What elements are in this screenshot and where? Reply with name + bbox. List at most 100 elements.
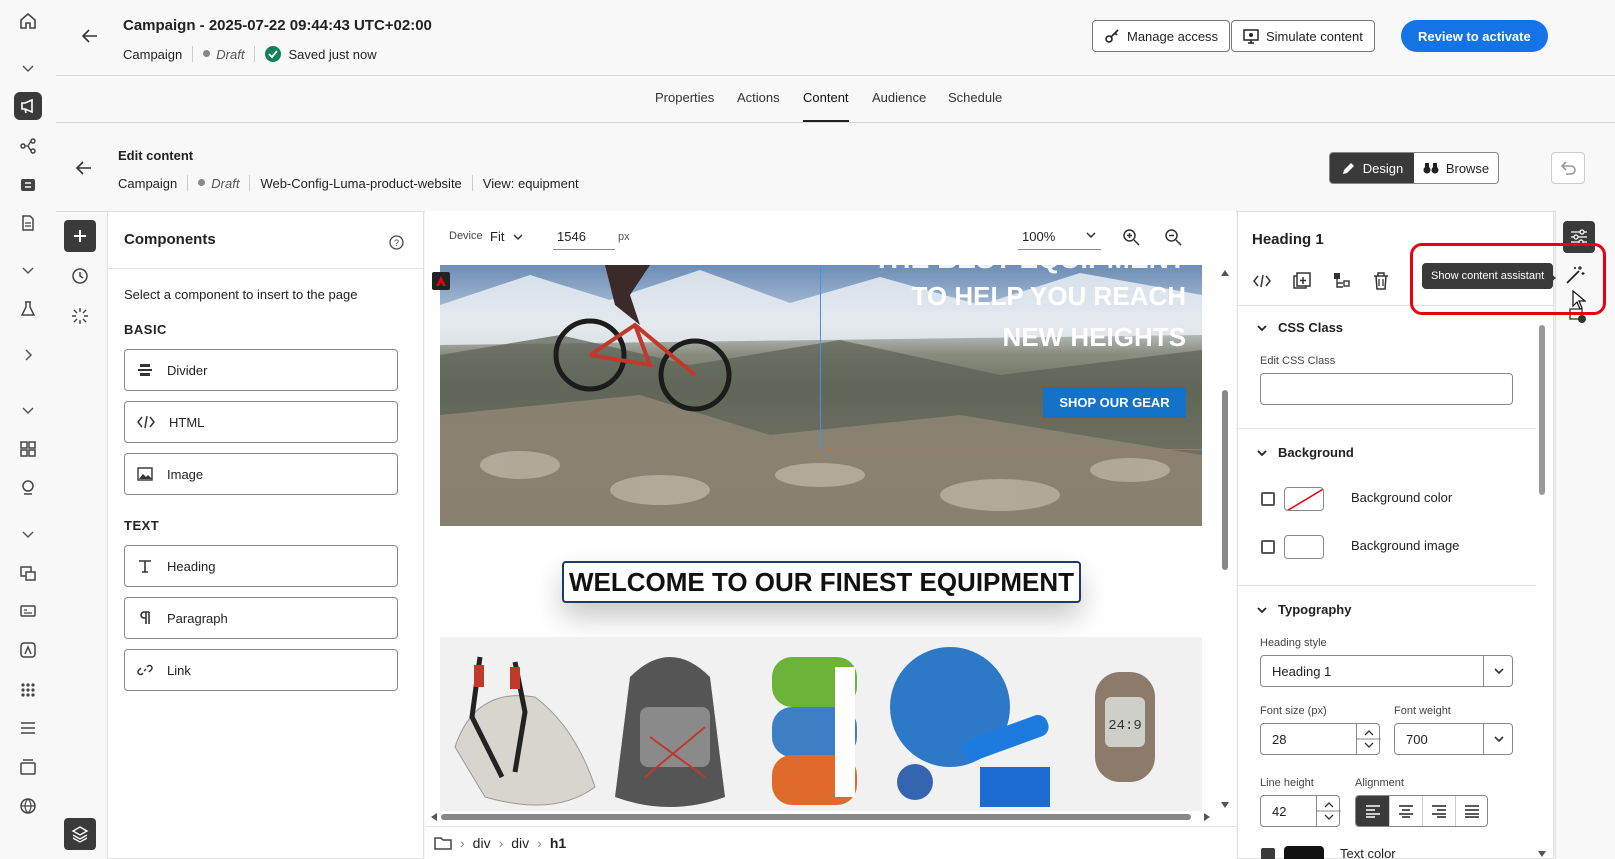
personalization-icon[interactable] xyxy=(70,306,90,326)
device-select[interactable]: Fit xyxy=(490,229,524,244)
key-icon xyxy=(1104,28,1120,44)
chevron-down-icon[interactable] xyxy=(14,520,42,548)
apps-icon[interactable] xyxy=(14,676,42,704)
chevron-down-icon[interactable] xyxy=(14,256,42,284)
shop-our-gear-button[interactable]: SHOP OUR GEAR xyxy=(1043,387,1186,418)
layers-button[interactable] xyxy=(64,818,96,850)
binoculars-icon xyxy=(1423,161,1439,175)
duplicate-icon[interactable] xyxy=(1293,272,1311,290)
vertical-scrollbar[interactable] xyxy=(1220,270,1230,810)
css-class-section-header[interactable]: CSS Class xyxy=(1256,320,1343,335)
canvas-width-input[interactable]: 1546 xyxy=(553,218,615,250)
stepper-icon[interactable] xyxy=(1356,724,1381,754)
experiments-icon[interactable] xyxy=(14,295,42,323)
font-weight-select[interactable]: 700 xyxy=(1394,723,1513,755)
background-image-swatch[interactable] xyxy=(1284,535,1324,559)
line-height-input[interactable]: 42 xyxy=(1260,795,1341,827)
campaign-header: Campaign - 2025-07-22 09:44:43 UTC+02:00… xyxy=(56,0,1615,76)
align-center-icon[interactable] xyxy=(1389,796,1422,826)
component-paragraph[interactable]: Paragraph xyxy=(124,597,398,639)
divider-icon xyxy=(137,363,153,377)
design-button[interactable]: Design xyxy=(1330,153,1414,183)
image-icon xyxy=(137,467,153,481)
heading-style-label: Heading style xyxy=(1260,637,1327,649)
chevron-down-icon[interactable] xyxy=(14,396,42,424)
check-circle-icon xyxy=(265,46,282,62)
component-divider[interactable]: Divider xyxy=(124,349,398,391)
chevron-down-icon[interactable] xyxy=(14,54,42,82)
align-justify-icon[interactable] xyxy=(1455,796,1487,826)
tab-content[interactable]: Content xyxy=(803,90,849,122)
background-image-checkbox[interactable] xyxy=(1261,540,1275,554)
css-class-input[interactable] xyxy=(1260,373,1513,405)
decisioning-icon[interactable] xyxy=(14,473,42,501)
browse-button[interactable]: Browse xyxy=(1414,153,1498,183)
catalog-icon[interactable] xyxy=(14,753,42,781)
tab-properties[interactable]: Properties xyxy=(655,90,714,122)
assets-icon[interactable] xyxy=(14,636,42,664)
code-icon[interactable] xyxy=(1253,274,1271,288)
zoom-in-icon[interactable] xyxy=(1122,228,1140,246)
undo-button[interactable] xyxy=(1551,152,1585,184)
font-size-input[interactable]: 28 xyxy=(1260,723,1381,755)
zoom-out-icon[interactable] xyxy=(1164,228,1182,246)
journeys-icon[interactable] xyxy=(14,132,42,160)
selected-heading[interactable]: WELCOME TO OUR FINEST EQUIPMENT xyxy=(562,561,1081,603)
horizontal-scrollbar[interactable] xyxy=(431,812,1210,822)
status-dot xyxy=(203,50,211,57)
add-component-button[interactable] xyxy=(64,220,96,252)
dashboard-icon[interactable] xyxy=(14,435,42,463)
tab-audience[interactable]: Audience xyxy=(872,90,926,122)
component-image[interactable]: Image xyxy=(124,453,398,495)
globe-icon[interactable] xyxy=(14,792,42,820)
delete-icon[interactable] xyxy=(1373,272,1389,290)
select-parent-icon[interactable] xyxy=(1333,272,1351,290)
component-link[interactable]: Link xyxy=(124,649,398,691)
heading-style-select[interactable]: Heading 1 xyxy=(1260,655,1513,687)
review-to-activate-button[interactable]: Review to activate xyxy=(1401,20,1548,52)
back-arrow-icon[interactable] xyxy=(74,158,94,178)
align-right-icon[interactable] xyxy=(1422,796,1455,826)
simulate-icon xyxy=(1243,28,1259,44)
align-left-icon[interactable] xyxy=(1356,796,1389,826)
component-heading[interactable]: Heading xyxy=(124,545,398,587)
path-item-current[interactable]: h1 xyxy=(550,835,566,851)
banner-text-container[interactable]: THE BEST EQUIPMENT TO HELP YOU REACH NEW… xyxy=(820,265,1202,450)
help-icon[interactable]: ? xyxy=(389,235,404,250)
content-templates-icon[interactable] xyxy=(14,209,42,237)
properties-scrollbar[interactable] xyxy=(1537,305,1547,859)
crumb-view: View: equipment xyxy=(482,175,579,191)
stepper-icon[interactable] xyxy=(1316,796,1341,826)
typography-section-header[interactable]: Typography xyxy=(1256,602,1351,617)
background-color-label: Background color xyxy=(1351,490,1453,505)
zoom-select[interactable]: 100% xyxy=(1018,218,1101,250)
hero-banner-image[interactable]: THE BEST EQUIPMENT TO HELP YOU REACH NEW… xyxy=(440,265,1202,526)
manage-access-button[interactable]: Manage access xyxy=(1092,20,1231,52)
simulate-content-button[interactable]: Simulate content xyxy=(1231,20,1375,52)
background-section-header[interactable]: Background xyxy=(1256,445,1354,460)
background-color-checkbox[interactable] xyxy=(1261,492,1275,506)
text-color-checkbox[interactable] xyxy=(1261,848,1275,859)
path-item[interactable]: div xyxy=(473,835,491,851)
path-item[interactable]: div xyxy=(511,835,529,851)
products-image[interactable]: 24:9 xyxy=(440,637,1202,811)
chevron-down-icon xyxy=(1256,604,1268,616)
back-arrow-icon[interactable] xyxy=(80,26,100,46)
history-icon[interactable] xyxy=(70,266,90,286)
background-color-swatch[interactable] xyxy=(1284,487,1324,511)
alignment-group xyxy=(1355,795,1488,827)
orchestration-icon[interactable] xyxy=(14,171,42,199)
fragments-icon[interactable] xyxy=(14,597,42,625)
left-nav-rail xyxy=(0,0,56,859)
text-color-swatch[interactable] xyxy=(1284,846,1324,859)
list-icon[interactable] xyxy=(14,714,42,742)
campaign-title: Campaign - 2025-07-22 09:44:43 UTC+02:00 xyxy=(123,17,432,34)
tab-schedule[interactable]: Schedule xyxy=(948,90,1002,122)
home-icon[interactable] xyxy=(14,7,42,35)
folder-icon[interactable] xyxy=(434,836,452,850)
channels-icon[interactable] xyxy=(14,559,42,587)
tab-actions[interactable]: Actions xyxy=(737,90,780,122)
chevron-right-icon[interactable] xyxy=(14,341,42,369)
campaigns-icon[interactable] xyxy=(14,92,42,120)
component-html[interactable]: HTML xyxy=(124,401,398,443)
